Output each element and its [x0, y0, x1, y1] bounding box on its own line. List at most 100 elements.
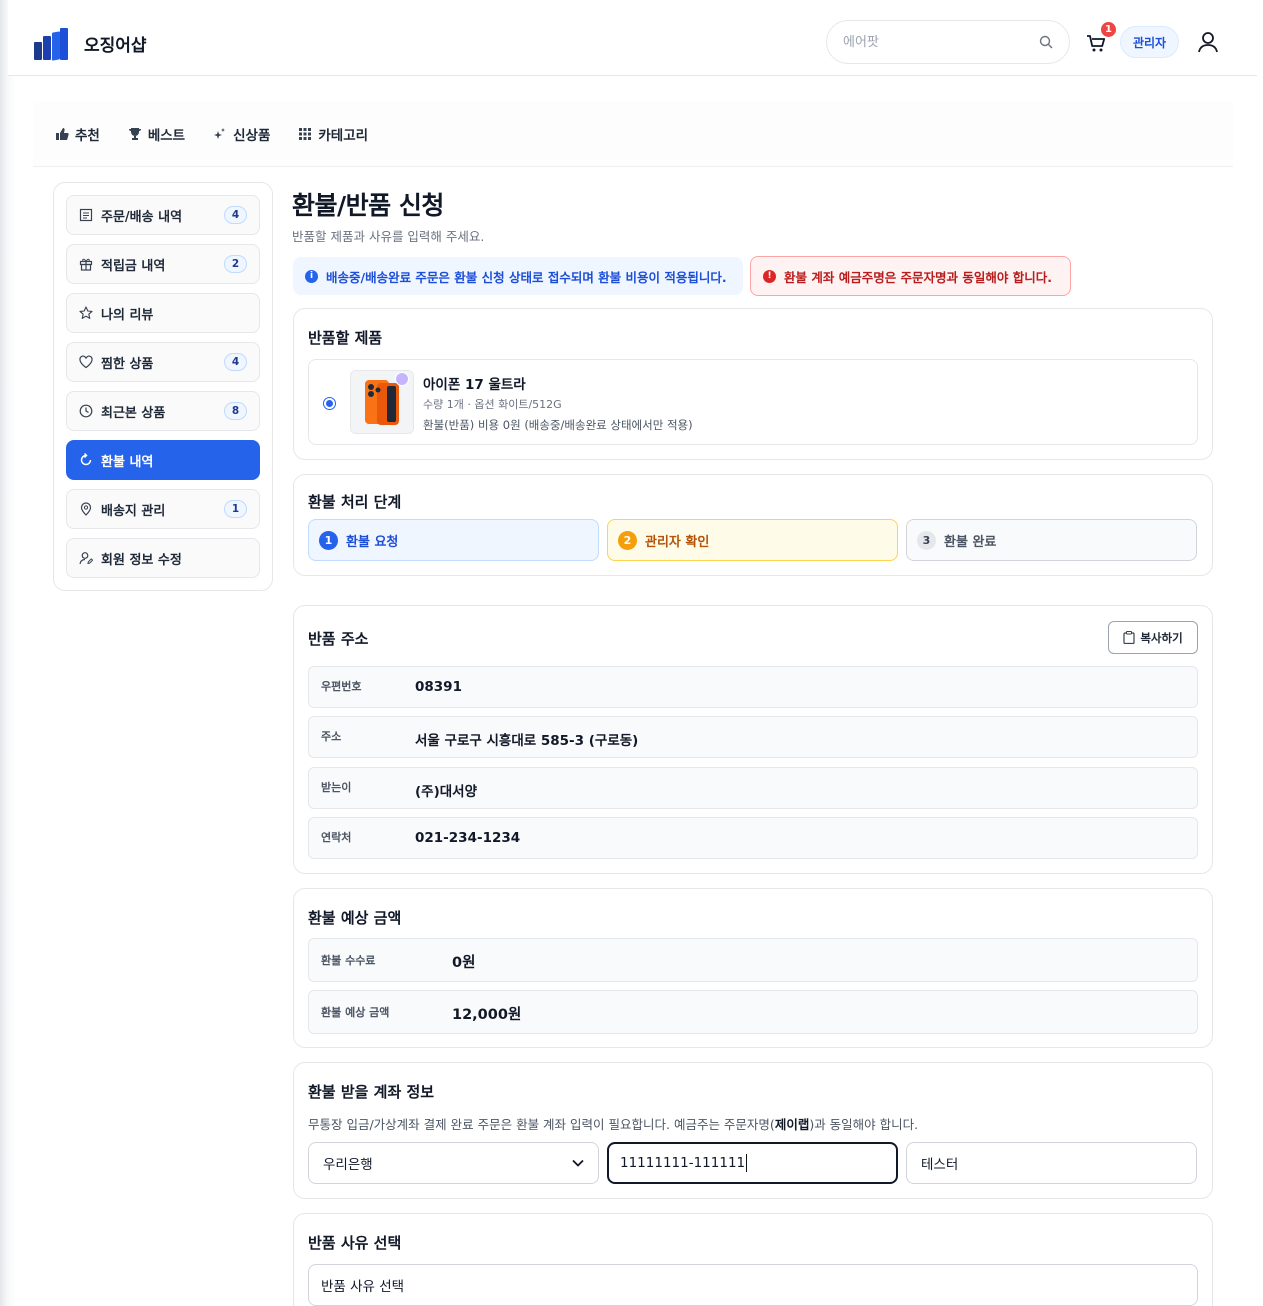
refund-account-card: 환불 받을 계좌 정보 무통장 입금/가상계좌 결제 완료 주문은 환불 계좌 … [293, 1062, 1213, 1199]
error-notice: ! 환불 계좌 예금주명은 주문자명과 동일해야 합니다. [750, 256, 1071, 296]
alert-icon: ! [763, 269, 776, 283]
thumbs-up-icon [56, 127, 69, 140]
count-badge: 2 [224, 255, 247, 273]
page: 오징어샵 1 관리자 추천 베스트 신상품 [0, 0, 1263, 1306]
star-icon [79, 306, 93, 319]
bank-select[interactable]: 우리은행 [308, 1142, 599, 1184]
sidebar-item-label: 최근본 상품 [101, 405, 166, 421]
logo-text: 오징어샵 [84, 35, 147, 56]
logo[interactable]: 오징어샵 [34, 26, 147, 61]
error-notice-text: 환불 계좌 예금주명은 주문자명과 동일해야 합니다. [784, 269, 1053, 285]
nav-item-label: 추천 [75, 127, 100, 144]
section-title: 반품 주소 [308, 630, 369, 648]
receipt-icon [79, 208, 93, 222]
address-row-phone: 연락처 021-234-1234 [308, 817, 1198, 859]
text-caret [746, 1154, 748, 1172]
sidebar-item-points[interactable]: 적립금 내역 2 [66, 244, 260, 284]
address-row-zipcode: 우편번호 08391 [308, 666, 1198, 708]
row-value: 0원 [452, 955, 476, 971]
return-reason-select[interactable]: 반품 사유 선택 [308, 1264, 1198, 1306]
sidebar-item-label: 환불 내역 [101, 454, 154, 470]
copy-address-button[interactable]: 복사하기 [1108, 621, 1198, 654]
count-badge: 4 [224, 353, 247, 371]
row-value: 021-234-1234 [415, 830, 521, 846]
sidebar-item-orders[interactable]: 주문/배송 내역 4 [66, 195, 260, 235]
search-icon[interactable] [1039, 35, 1053, 49]
nav-item-best[interactable]: 베스트 [128, 124, 185, 144]
info-notice: i 배송중/배송완료 주문은 환불 신청 상태로 접수되며 환불 비용이 적용됩… [293, 257, 743, 295]
sidebar-item-refunds[interactable]: 환불 내역 [66, 440, 260, 480]
nav-item-label: 신상품 [233, 127, 271, 144]
step-number: 1 [319, 530, 338, 550]
nav-item-label: 카테고리 [318, 127, 369, 144]
user-icon[interactable] [1197, 30, 1219, 54]
amount-row-expected: 환불 예상 금액 12,000원 [308, 990, 1198, 1034]
heart-icon [79, 355, 93, 369]
step-number: 3 [917, 530, 936, 550]
info-icon: i [305, 269, 318, 283]
copy-button-label: 복사하기 [1140, 630, 1183, 645]
step-admin-confirm: 2 관리자 확인 [607, 519, 898, 561]
sidebar-item-addresses[interactable]: 배송지 관리 1 [66, 489, 260, 529]
search-box[interactable] [826, 20, 1070, 64]
product-name: 아이폰 17 울트라 [423, 377, 526, 393]
nav-item-recommend[interactable]: 추천 [55, 124, 100, 144]
row-key: 주소 [321, 730, 342, 743]
sidebar-item-reviews[interactable]: 나의 리뷰 [66, 293, 260, 333]
sidebar-item-label: 회원 정보 수정 [101, 552, 182, 568]
amount-row-fee: 환불 수수료 0원 [308, 938, 1198, 982]
row-value: (주)대서양 [415, 784, 478, 800]
map-pin-icon [80, 502, 92, 516]
section-title: 반품 사유 선택 [308, 1234, 402, 1252]
bank-select-value: 우리은행 [323, 1157, 373, 1173]
return-reason-card: 반품 사유 선택 반품 사유 선택 [293, 1213, 1213, 1306]
sidebar-item-profile[interactable]: 회원 정보 수정 [66, 538, 260, 578]
sidebar-item-label: 배송지 관리 [101, 503, 166, 519]
account-number-value: 11111111-111111 [620, 1155, 746, 1171]
logo-mark-icon [34, 26, 68, 61]
count-badge: 1 [224, 500, 247, 518]
return-reason-placeholder: 반품 사유 선택 [321, 1279, 405, 1295]
section-title: 환불 예상 금액 [308, 909, 402, 927]
sidebar-item-label: 찜한 상품 [101, 356, 154, 372]
address-row-address: 주소 서울 구로구 시흥대로 585-3 (구로동) [308, 716, 1198, 758]
refresh-icon [80, 453, 92, 466]
page-title: 환불/반품 신청 [292, 191, 444, 220]
search-input[interactable] [843, 34, 1039, 50]
row-key: 연락처 [321, 831, 352, 844]
row-key: 받는이 [321, 781, 352, 794]
row-value: 08391 [415, 679, 462, 695]
nav-item-category[interactable]: 카테고리 [298, 124, 368, 144]
option-badge-icon [395, 372, 409, 386]
product-radio[interactable] [323, 397, 336, 410]
row-value: 12,000원 [452, 1007, 522, 1023]
product-option[interactable]: 아이폰 17 울트라 수량 1개 · 옵션 화이트/512G 환불(반품) 비용… [308, 359, 1198, 445]
row-key: 환불 수수료 [321, 954, 376, 967]
section-title: 환불 받을 계좌 정보 [308, 1083, 435, 1101]
sidebar-item-wishlist[interactable]: 찜한 상품 4 [66, 342, 260, 382]
account-desc-after: )과 동일해야 합니다. [809, 1117, 919, 1132]
gift-icon [79, 258, 93, 271]
refund-amount-card: 환불 예상 금액 환불 수수료 0원 환불 예상 금액 12,000원 [293, 888, 1213, 1048]
return-address-card: 반품 주소 복사하기 우편번호 08391 주소 서울 구로구 시흥대로 585… [293, 605, 1213, 874]
row-key: 환불 예상 금액 [321, 1006, 390, 1019]
sidebar-item-recent[interactable]: 최근본 상품 8 [66, 391, 260, 431]
count-badge: 8 [224, 402, 247, 420]
account-holder-value: 테스터 [921, 1157, 959, 1173]
step-label: 관리자 확인 [645, 534, 710, 550]
admin-button[interactable]: 관리자 [1120, 26, 1179, 58]
sidebar-item-label: 적립금 내역 [101, 258, 166, 274]
chevron-down-icon [572, 1159, 584, 1167]
account-holder-input[interactable]: 테스터 [906, 1142, 1197, 1184]
row-key: 우편번호 [321, 680, 362, 693]
orderer-name: 제이랩 [774, 1117, 810, 1132]
step-number: 2 [618, 530, 637, 550]
mypage-sidebar: 주문/배송 내역 4 적립금 내역 2 나의 리뷰 찜한 상품 4 최근본 상품… [53, 182, 273, 591]
section-title: 환불 처리 단계 [308, 493, 402, 511]
nav-item-new[interactable]: 신상품 [213, 124, 270, 144]
account-number-input[interactable]: 11111111-111111 [607, 1142, 898, 1184]
refund-steps-card: 환불 처리 단계 1 환불 요청 2 관리자 확인 3 환불 완료 [293, 474, 1213, 576]
clipboard-icon [1123, 631, 1135, 644]
address-row-recipient: 받는이 (주)대서양 [308, 767, 1198, 809]
step-refund-request: 1 환불 요청 [308, 519, 599, 561]
